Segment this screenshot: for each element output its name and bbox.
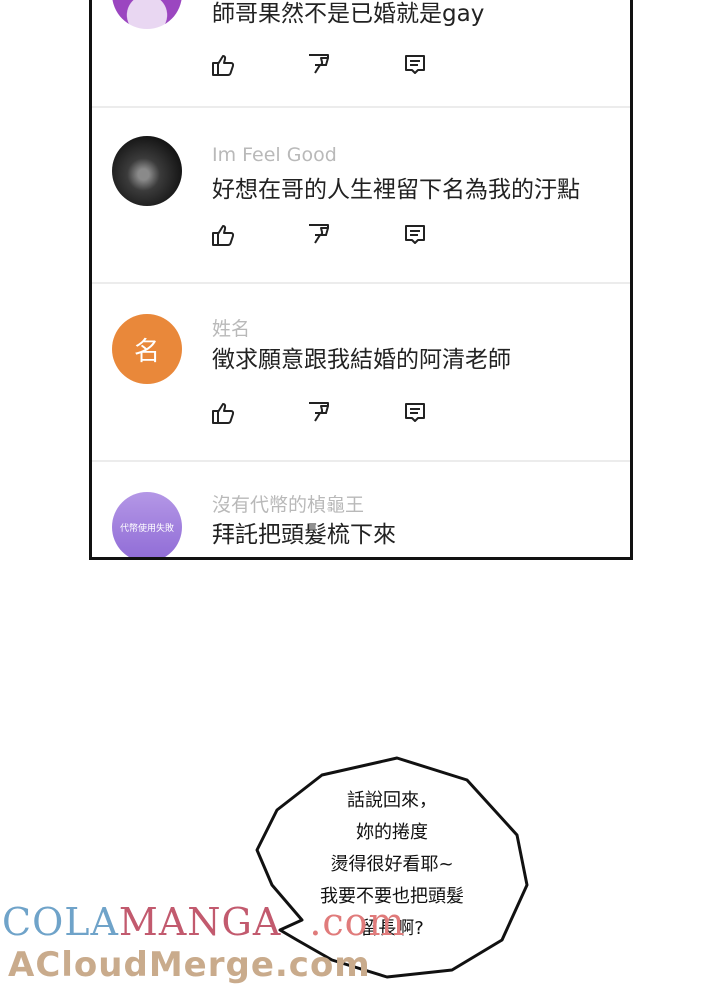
comment-username: Im Feel Good <box>212 144 337 166</box>
thumbs-down-icon[interactable] <box>306 400 332 426</box>
reply-icon[interactable] <box>402 52 428 78</box>
comment-item: 名 姓名 徵求願意跟我結婚的阿清老師 <box>92 286 630 462</box>
reply-icon[interactable] <box>402 222 428 248</box>
user-avatar[interactable] <box>112 136 182 206</box>
thumbs-up-icon[interactable] <box>210 52 236 78</box>
bubble-line: 妳的捲度 <box>356 822 428 843</box>
bubble-line: 話說回來， <box>347 790 437 811</box>
thumbs-down-icon[interactable] <box>306 52 332 78</box>
user-avatar[interactable]: 代幣使用失敗 <box>112 492 182 557</box>
thumbs-up-icon[interactable] <box>210 400 236 426</box>
avatar-letter: 名 <box>133 336 160 367</box>
thumbs-down-icon[interactable] <box>306 222 332 248</box>
watermark-acloudmerge: ACloudMerge.com <box>8 945 371 985</box>
comment-text: 師哥果然不是已婚就是gay <box>212 1 485 27</box>
comment-username: 姓名 <box>212 318 251 340</box>
comment-text: 好想在哥的人生裡留下名為我的汙點 <box>212 177 580 203</box>
user-avatar[interactable] <box>112 0 182 29</box>
comment-actions <box>210 52 428 78</box>
comment-item: Im Feel Good 好想在哥的人生裡留下名為我的汙點 <box>92 108 630 284</box>
bubble-line: 燙得很好看耶~ <box>330 854 454 875</box>
comment-list: 師哥果然不是已婚就是gay Im Feel Good 好想在哥的人生裡留下名為我… <box>89 0 633 560</box>
watermark-colamanga: COLAMANGA .com <box>2 900 406 944</box>
thumbs-up-icon[interactable] <box>210 222 236 248</box>
comment-item: 師哥果然不是已婚就是gay <box>92 0 630 108</box>
comment-actions <box>210 222 428 248</box>
comment-username: 沒有代幣的楨龜王 <box>212 494 365 516</box>
avatar-label: 代幣使用失敗 <box>119 523 174 534</box>
comment-actions <box>210 400 428 426</box>
comment-text: 徵求願意跟我結婚的阿清老師 <box>212 347 511 373</box>
reply-icon[interactable] <box>402 400 428 426</box>
comment-item: 代幣使用失敗 沒有代幣的楨龜王 拜託把頭髮梳下來 <box>92 464 630 557</box>
user-avatar[interactable]: 名 <box>112 314 182 384</box>
comment-text: 拜託把頭髮梳下來 <box>212 522 396 548</box>
